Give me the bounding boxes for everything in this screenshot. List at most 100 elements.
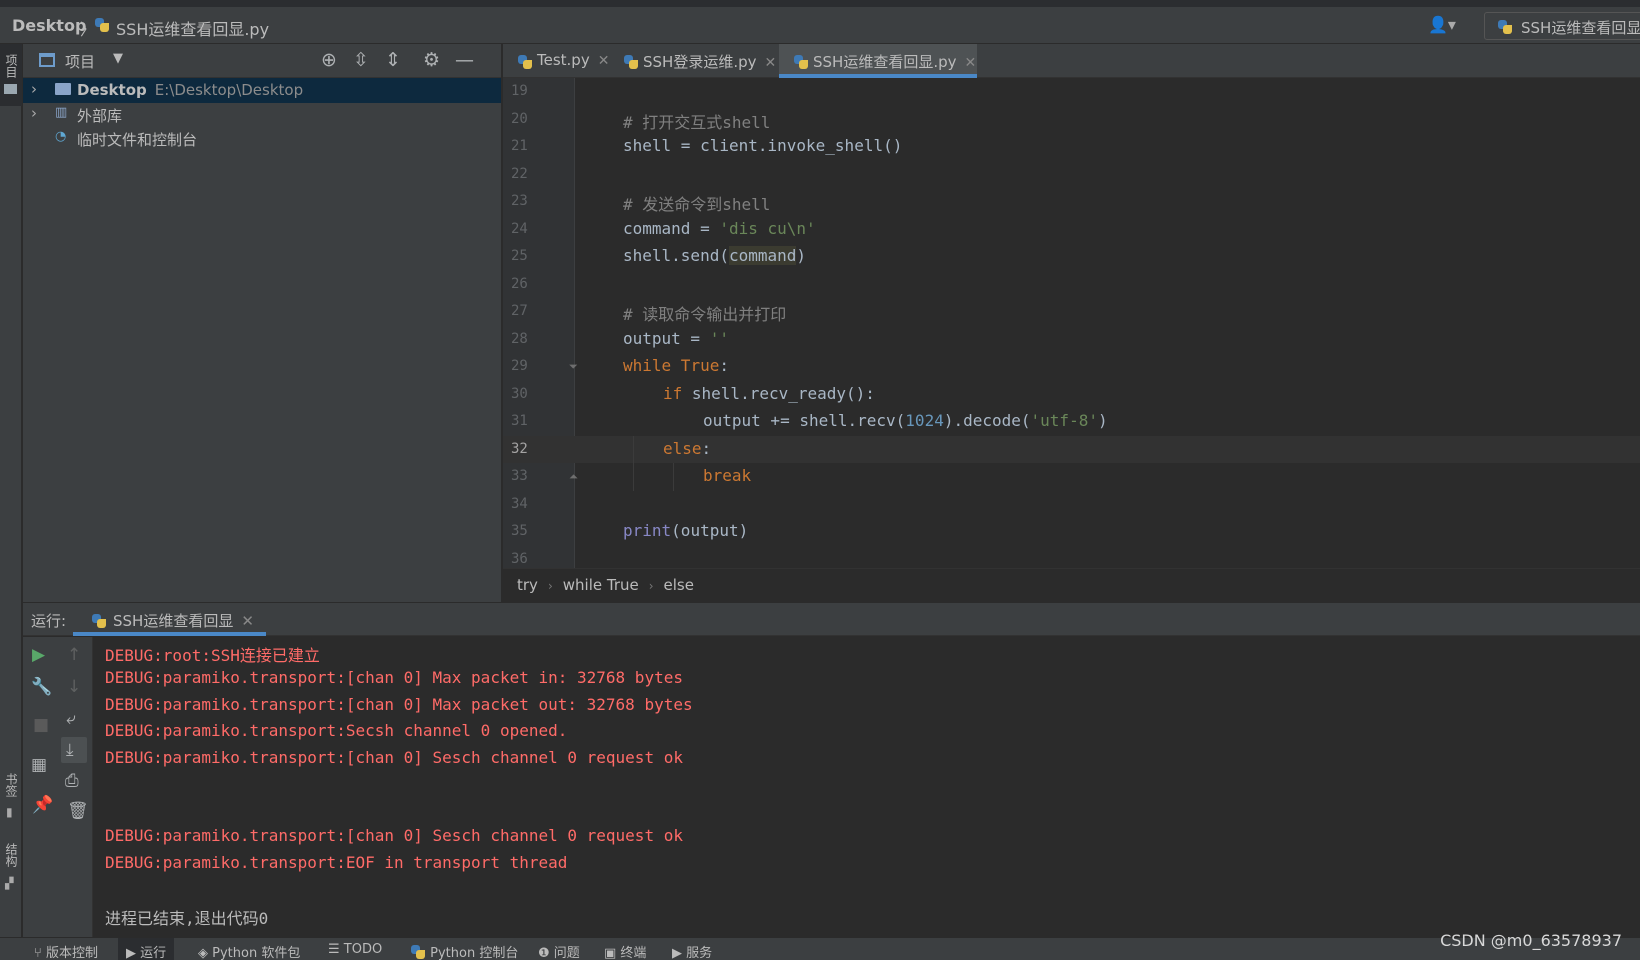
code-line[interactable]: 22	[503, 161, 1640, 188]
line-number[interactable]: 33	[511, 463, 531, 484]
close-icon[interactable]: ✕	[765, 55, 777, 71]
code-line[interactable]: 20 # 打开交互式shell	[503, 106, 1640, 133]
line-number[interactable]: 25	[511, 243, 531, 264]
layout-icon[interactable]: ▦	[31, 755, 47, 775]
tool-run[interactable]: ▶ 运行	[118, 938, 175, 960]
line-number[interactable]: 29	[511, 353, 531, 374]
code-text: output += shell.recv(1024).decode('utf-8…	[703, 408, 1108, 430]
tab-ssh-login[interactable]: SSH登录运维.py ✕	[609, 44, 779, 78]
stop-icon[interactable]: ■	[33, 715, 49, 735]
bookmarks-tab-label: 书签	[4, 773, 18, 797]
expand-all-icon[interactable]: ⇳	[353, 49, 369, 71]
chevron-right-icon[interactable]: ›	[31, 104, 37, 122]
services-icon: ▶	[672, 946, 687, 960]
tree-item-external-libraries[interactable]: › ▥ 外部库	[23, 102, 501, 127]
line-number[interactable]: 24	[511, 216, 531, 237]
line-number[interactable]: 28	[511, 326, 531, 347]
code-line[interactable]: 25 shell.send(command)	[503, 243, 1640, 270]
wrench-icon[interactable]: 🔧	[31, 677, 52, 697]
code-token: shell.recv_ready():	[682, 383, 875, 403]
code-line[interactable]: 24 command = 'dis cu\n'	[503, 216, 1640, 243]
line-number[interactable]: 27	[511, 298, 531, 319]
fold-marker-icon[interactable]: ⏶	[569, 463, 578, 484]
code-line[interactable]: 32 else:	[503, 435, 1640, 463]
collapse-all-icon[interactable]: ⇕	[385, 49, 401, 71]
code-line[interactable]: 23 # 发送命令到shell	[503, 188, 1640, 215]
tool-todo[interactable]: ☰ TODO	[328, 942, 382, 957]
line-number[interactable]: 19	[511, 78, 531, 99]
code-line[interactable]: 21 shell = client.invoke_shell()	[503, 133, 1640, 160]
tab-ssh-echo[interactable]: SSH运维查看回显.py ✕	[779, 44, 977, 78]
trash-icon[interactable]: 🗑	[67, 801, 89, 821]
line-number[interactable]: 35	[511, 518, 531, 539]
run-tab[interactable]: SSH运维查看回显 ✕	[73, 603, 266, 636]
tool-label: 版本控制	[45, 946, 98, 960]
folder-icon	[55, 83, 71, 95]
code-line[interactable]: 19	[503, 78, 1640, 105]
tool-python-console[interactable]: Python 控制台	[410, 942, 518, 960]
scroll-to-end-icon[interactable]: ⤓	[61, 737, 87, 763]
code-line[interactable]: 26	[503, 271, 1640, 298]
nav-project-name[interactable]: Desktop	[12, 16, 86, 35]
hide-panel-icon[interactable]: —	[455, 49, 474, 71]
line-number[interactable]: 21	[511, 133, 531, 154]
line-number[interactable]: 32	[511, 436, 531, 457]
down-arrow-icon[interactable]: ↓	[67, 677, 81, 697]
tool-terminal[interactable]: ▣ 终端	[604, 942, 646, 960]
code-line[interactable]: 28 output = ''	[503, 326, 1640, 353]
line-number[interactable]: 30	[511, 381, 531, 402]
code-line[interactable]: 31 output += shell.recv(1024).decode('utf…	[503, 408, 1640, 435]
tree-item-desktop[interactable]: › Desktop E:\Desktop\Desktop	[23, 78, 501, 103]
line-number[interactable]: 26	[511, 271, 531, 292]
print-icon[interactable]: ⎙	[65, 771, 79, 791]
tab-test-py[interactable]: Test.py ✕	[503, 44, 609, 78]
breadcrumb-item[interactable]: while True	[563, 576, 639, 594]
soft-wrap-icon[interactable]: ⤶	[66, 709, 76, 729]
fold-marker-icon[interactable]: ⏷	[569, 353, 578, 374]
line-number[interactable]: 31	[511, 408, 531, 429]
rerun-icon[interactable]: ▶	[32, 645, 45, 665]
tool-problems[interactable]: ❶ 问题	[538, 942, 580, 960]
project-panel-title[interactable]: 项目	[65, 51, 95, 72]
code-line[interactable]: 34	[503, 491, 1640, 518]
line-number[interactable]: 34	[511, 491, 531, 512]
close-icon[interactable]: ✕	[965, 55, 977, 71]
line-number[interactable]: 22	[511, 161, 531, 182]
code-text: output = ''	[623, 326, 729, 348]
nav-file-name[interactable]: SSH运维查看回显.py	[116, 16, 269, 40]
project-toolbar: 项目 ▼ ⊕ ⇳ ⇕ ⚙ —	[23, 44, 501, 78]
project-tool-tab[interactable]: 项目	[0, 44, 22, 106]
user-icon[interactable]: 👤▾	[1428, 15, 1456, 34]
line-number[interactable]: 20	[511, 106, 531, 127]
pin-icon[interactable]: 📌	[32, 795, 53, 815]
tool-services[interactable]: ▶ 服务	[672, 942, 712, 960]
locate-file-icon[interactable]: ⊕	[321, 49, 337, 71]
code-line[interactable]: 30 if shell.recv_ready():	[503, 381, 1640, 408]
code-token: :	[719, 356, 729, 375]
problems-icon: ❶	[538, 946, 554, 960]
tree-item-scratches[interactable]: ◔ 临时文件和控制台	[23, 126, 501, 151]
code-line[interactable]: 29 ⏷ while True:	[503, 353, 1640, 380]
gear-icon[interactable]: ⚙	[423, 49, 440, 71]
bookmark-icon: ▮	[6, 805, 13, 819]
code-line[interactable]: 35 print(output)	[503, 518, 1640, 545]
python-file-icon	[623, 54, 639, 70]
breadcrumb-item[interactable]: try	[517, 576, 538, 594]
tool-python-packages[interactable]: ◈ Python 软件包	[198, 942, 300, 960]
line-number[interactable]: 23	[511, 188, 531, 209]
up-arrow-icon[interactable]: ↑	[67, 645, 81, 665]
code-text: else:	[663, 436, 711, 458]
run-configuration-selector[interactable]: SSH运维查看回显	[1484, 12, 1640, 40]
breadcrumb-item[interactable]: else	[664, 576, 694, 594]
structure-tool-tab[interactable]: 结构 ▞	[0, 839, 22, 899]
chevron-right-icon[interactable]: ›	[31, 80, 37, 98]
bookmarks-tool-tab[interactable]: 书签 ▮	[0, 769, 22, 829]
code-line[interactable]: 27 # 读取命令输出并打印	[503, 298, 1640, 325]
line-number[interactable]: 36	[511, 546, 531, 567]
close-icon[interactable]: ✕	[598, 53, 610, 69]
chevron-down-icon[interactable]: ▼	[113, 51, 123, 66]
tool-version-control[interactable]: ⑂ 版本控制	[34, 942, 98, 960]
code-string: 'utf-8'	[1030, 411, 1098, 430]
left-tool-strip: 项目 书签 ▮ 结构 ▞	[0, 44, 22, 937]
close-icon[interactable]: ✕	[241, 612, 254, 630]
